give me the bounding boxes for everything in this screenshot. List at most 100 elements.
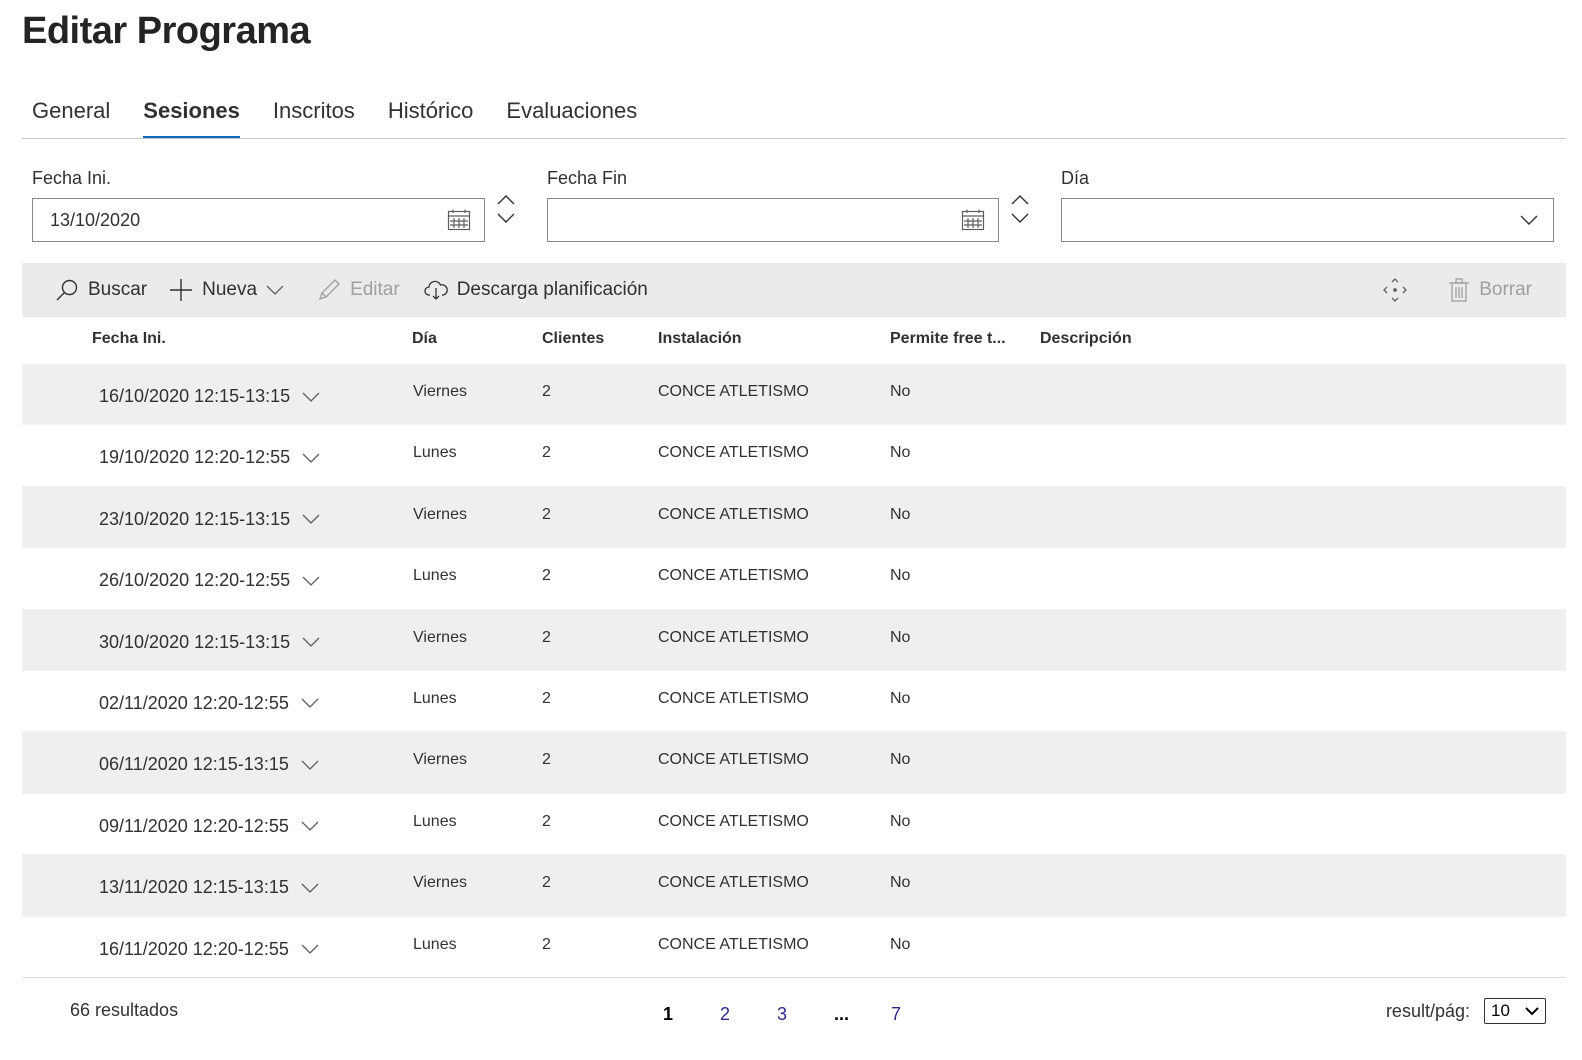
fecha-text: 16/11/2020 12:20-12:55 — [99, 938, 289, 959]
calendar-icon[interactable] — [961, 209, 985, 231]
buscar-button[interactable]: Buscar — [55, 263, 147, 317]
tab-evaluaciones[interactable]: Evaluaciones — [496, 92, 647, 138]
clientes-cell: 2 — [542, 935, 551, 953]
table-row[interactable]: 30/10/2020 12:15-13:15 Viernes 2 CONCE A… — [22, 609, 1566, 671]
borrar-button[interactable]: Borrar — [1448, 263, 1532, 317]
instalacion-cell: CONCE ATLETISMO — [658, 751, 809, 769]
chevron-down-icon[interactable] — [301, 760, 319, 770]
page-title: Editar Programa — [22, 10, 311, 52]
chevron-down-icon[interactable] — [301, 944, 319, 954]
fecha-text: 19/10/2020 12:20-12:55 — [99, 447, 291, 468]
dia-cell: Viernes — [413, 874, 467, 892]
table-row[interactable]: 09/11/2020 12:20-12:55 Lunes 2 CONCE ATL… — [22, 794, 1566, 856]
free-cell: No — [890, 444, 911, 462]
search-icon — [56, 279, 78, 301]
tab-inscritos[interactable]: Inscritos — [263, 92, 365, 138]
footer-divider — [22, 977, 1566, 978]
table-row[interactable]: 26/10/2020 12:20-12:55 Lunes 2 CONCE ATL… — [22, 548, 1566, 610]
column-header-fecha-ini[interactable]: Fecha Ini. — [92, 330, 166, 348]
borrar-label: Borrar — [1479, 279, 1532, 300]
column-header-descripcion[interactable]: Descripción — [1040, 330, 1132, 348]
fecha-text: 02/11/2020 12:20-12:55 — [99, 692, 289, 713]
page-3[interactable]: 3 — [769, 1004, 826, 1025]
instalacion-cell: CONCE ATLETISMO — [658, 505, 809, 523]
chevron-down-icon[interactable] — [302, 576, 320, 586]
editar-label: Editar — [350, 279, 400, 300]
chevron-down-icon[interactable] — [302, 637, 320, 647]
calendar-icon[interactable] — [447, 209, 471, 231]
table-row[interactable]: 23/10/2020 12:15-13:15 Viernes 2 CONCE A… — [22, 486, 1566, 549]
column-header-instalacion[interactable]: Instalación — [658, 330, 742, 348]
table-row[interactable]: 02/11/2020 12:20-12:55 Lunes 2 CONCE ATL… — [22, 671, 1566, 733]
move-button[interactable] — [1383, 263, 1416, 317]
fecha-text: 23/10/2020 12:15-13:15 — [99, 508, 291, 529]
instalacion-cell: CONCE ATLETISMO — [658, 444, 809, 462]
fecha-cell: 02/11/2020 12:20-12:55 — [99, 693, 319, 714]
dia-cell: Lunes — [413, 567, 457, 585]
fecha-text: 26/10/2020 12:20-12:55 — [99, 570, 291, 591]
table-row[interactable]: 19/10/2020 12:20-12:55 Lunes 2 CONCE ATL… — [22, 425, 1566, 487]
chevron-down-icon[interactable] — [302, 514, 320, 525]
fecha-ini-filter: Fecha Ini. 13/10/2020 — [32, 168, 515, 242]
fecha-ini-label: Fecha Ini. — [32, 168, 112, 188]
nueva-button[interactable]: Nueva — [169, 263, 293, 317]
chevron-down-icon — [1520, 215, 1538, 225]
table-row[interactable]: 16/11/2020 12:20-12:55 Lunes 2 CONCE ATL… — [22, 917, 1566, 978]
column-header-clientes[interactable]: Clientes — [542, 330, 604, 348]
per-page-value: 10 — [1491, 1001, 1510, 1020]
fecha-cell: 06/11/2020 12:15-13:15 — [99, 754, 319, 775]
chevron-down-icon[interactable] — [301, 883, 319, 893]
fecha-cell: 26/10/2020 12:20-12:55 — [99, 570, 320, 591]
page-7[interactable]: 7 — [883, 1004, 940, 1025]
fecha-ini-input[interactable]: 13/10/2020 — [32, 198, 485, 242]
descarga-planificacion-button[interactable]: Descarga planificación — [424, 263, 648, 317]
instalacion-cell: CONCE ATLETISMO — [658, 812, 809, 830]
descarga-label: Descarga planificación — [456, 279, 648, 300]
instalacion-cell: CONCE ATLETISMO — [658, 383, 809, 400]
chevron-down-icon[interactable] — [496, 212, 516, 224]
free-cell: No — [890, 505, 911, 523]
tab-historico[interactable]: Histórico — [378, 92, 484, 138]
page-2[interactable]: 2 — [712, 1004, 769, 1025]
clientes-cell: 2 — [542, 689, 551, 707]
chevron-down-icon[interactable] — [302, 453, 320, 463]
chevron-down-icon[interactable] — [301, 821, 319, 832]
clientes-cell: 2 — [542, 505, 551, 523]
results-per-page: result/pág: 10 — [1386, 998, 1546, 1024]
chevron-down-icon[interactable] — [302, 392, 320, 402]
instalacion-cell: CONCE ATLETISMO — [658, 935, 809, 953]
fecha-ini-value: 13/10/2020 — [50, 209, 141, 230]
chevron-down-icon[interactable] — [1010, 212, 1030, 224]
tab-sesiones[interactable]: Sesiones — [133, 92, 250, 138]
table-row[interactable]: 16/10/2020 12:15-13:15 Viernes 2 CONCE A… — [22, 364, 1566, 426]
clientes-cell: 2 — [542, 874, 551, 892]
fecha-fin-input[interactable] — [547, 198, 999, 242]
fecha-cell: 23/10/2020 12:15-13:15 — [99, 509, 320, 530]
table-row[interactable]: 06/11/2020 12:15-13:15 Viernes 2 CONCE A… — [22, 732, 1566, 794]
page-1[interactable]: 1 — [655, 1004, 712, 1025]
trash-icon — [1449, 278, 1470, 302]
page-ellipsis[interactable]: ... — [826, 1004, 883, 1025]
fecha-cell: 16/10/2020 12:15-13:15 — [99, 386, 320, 407]
fecha-cell: 09/11/2020 12:20-12:55 — [99, 816, 319, 837]
dia-cell: Lunes — [413, 935, 457, 953]
instalacion-cell: CONCE ATLETISMO — [658, 567, 809, 585]
dia-dropdown[interactable] — [1061, 198, 1554, 242]
editar-button[interactable]: Editar — [317, 263, 400, 317]
dia-cell: Viernes — [413, 628, 467, 646]
column-header-dia[interactable]: Día — [412, 330, 437, 348]
tab-general[interactable]: General — [22, 92, 120, 138]
chevron-up-icon[interactable] — [496, 194, 516, 206]
fecha-fin-label: Fecha Fin — [547, 168, 628, 188]
chevron-up-icon[interactable] — [1010, 194, 1030, 206]
column-header-permite-free[interactable]: Permite free t... — [890, 330, 1006, 348]
per-page-select[interactable]: 10 — [1484, 998, 1546, 1024]
fecha-text: 06/11/2020 12:15-13:15 — [99, 754, 289, 775]
clientes-cell: 2 — [542, 628, 551, 646]
table-row[interactable]: 13/11/2020 12:15-13:15 Viernes 2 CONCE A… — [22, 855, 1566, 917]
table-header: Fecha Ini. Día Clientes Instalación Perm… — [22, 330, 1566, 364]
move-icon — [1383, 278, 1408, 302]
chevron-down-icon[interactable] — [301, 698, 319, 709]
buscar-label: Buscar — [88, 279, 148, 300]
per-page-label: result/pág: — [1385, 1000, 1470, 1021]
